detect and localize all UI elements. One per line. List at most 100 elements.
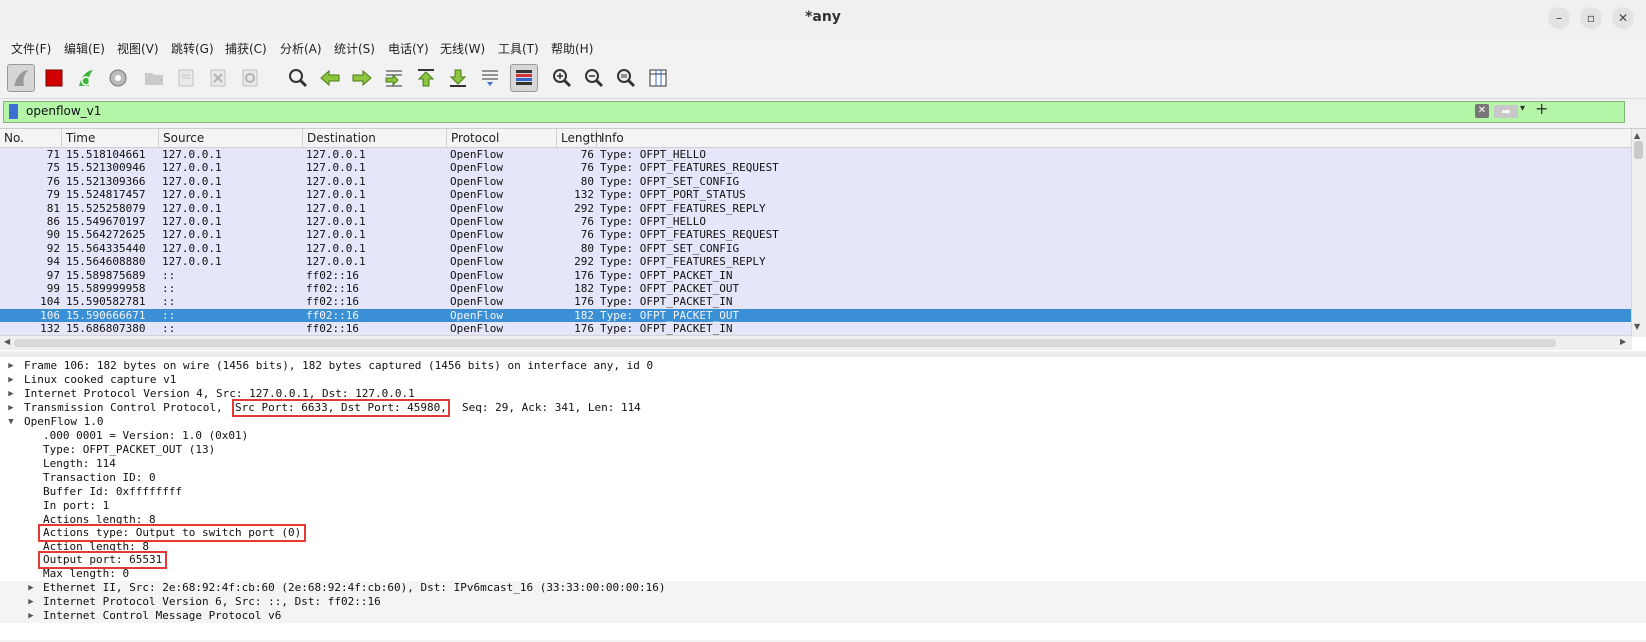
expand-arrow-icon[interactable]: ▶ bbox=[24, 609, 38, 623]
filter-history-chevron-icon[interactable]: ▾ bbox=[1520, 103, 1525, 114]
packet-row[interactable]: 79 15.524817457 127.0.0.1 127.0.0.1 OpenFlow… bbox=[0, 188, 1632, 203]
packet-row[interactable]: 86 15.549670197 127.0.0.1 127.0.0.1 OpenFlow… bbox=[0, 215, 1632, 229]
of-actions-length-field[interactable]: Actions length: 8 bbox=[43, 513, 156, 527]
packet-row[interactable]: 94 15.564608880 127.0.0.1 127.0.0.1 OpenFlow… bbox=[0, 255, 1632, 270]
packet-row[interactable]: 81 15.525258079 127.0.0.1 127.0.0.1 OpenFlow… bbox=[0, 201, 1632, 216]
icmpv6-tree-item[interactable]: ▶ Internet Control Message Protocol v6 bbox=[0, 609, 1646, 623]
menu-wireless[interactable]: 无线(W) bbox=[440, 40, 485, 57]
clear-filter-icon[interactable]: ✕ bbox=[1475, 104, 1489, 118]
cell-info: Type: OFPT_PACKET_OUT bbox=[600, 282, 740, 295]
packet-row[interactable]: 71 15.518104661 127.0.0.1 127.0.0.1 OpenFlow… bbox=[0, 148, 1632, 162]
column-source[interactable]: Source bbox=[159, 129, 303, 147]
collapse-arrow-icon[interactable]: ▼ bbox=[4, 415, 18, 429]
bookmark-icon[interactable] bbox=[9, 104, 18, 119]
scroll-left-icon[interactable]: ◀ bbox=[4, 337, 10, 346]
packet-row[interactable]: 106 15.590666671:: ff02::16 OpenFlow 182 Type… bbox=[0, 308, 1632, 323]
column-protocol[interactable]: Protocol bbox=[447, 129, 557, 147]
open-folder-icon[interactable] bbox=[140, 64, 168, 92]
column-no[interactable]: No. bbox=[0, 129, 62, 147]
add-filter-button-icon[interactable]: + bbox=[1535, 99, 1548, 118]
menu-capture[interactable]: 捕获(C) bbox=[225, 40, 267, 57]
expand-arrow-icon[interactable]: ▶ bbox=[4, 359, 18, 373]
of-max-length-field[interactable]: Max length: 0 bbox=[43, 567, 129, 581]
cell-length: 76 bbox=[580, 228, 594, 242]
menu-telephony[interactable]: 电话(Y) bbox=[388, 40, 429, 57]
of-output-port-field[interactable]: Output port: 65531 bbox=[37, 551, 168, 569]
packet-list-vertical-scrollbar[interactable]: ▲ ▼ bbox=[1631, 129, 1646, 337]
menu-view[interactable]: 视图(V) bbox=[117, 40, 159, 57]
menu-statistics[interactable]: 统计(S) bbox=[334, 40, 375, 57]
packet-list-horizontal-scrollbar[interactable]: ◀ ▶ bbox=[0, 335, 1632, 350]
vertical-scroll-thumb[interactable] bbox=[1634, 141, 1643, 159]
of-action-length-field[interactable]: Action length: 8 bbox=[43, 540, 149, 554]
find-packet-icon[interactable] bbox=[284, 64, 312, 92]
apply-filter-icon[interactable]: ➡ bbox=[1494, 105, 1518, 118]
maximize-icon[interactable]: ▫ bbox=[1580, 7, 1602, 29]
shark-fin-icon[interactable] bbox=[7, 64, 35, 92]
packet-row[interactable]: 99 15.589999958:: ff02::16 OpenFlow 182 Type:… bbox=[0, 282, 1632, 296]
of-length-field[interactable]: Length: 114 bbox=[43, 457, 116, 471]
save-file-icon[interactable] bbox=[172, 64, 200, 92]
packet-row[interactable]: 76 15.521309366 127.0.0.1 127.0.0.1 OpenFlow… bbox=[0, 174, 1632, 189]
expand-arrow-icon[interactable]: ▶ bbox=[24, 595, 38, 609]
expand-arrow-icon[interactable]: ▶ bbox=[24, 581, 38, 595]
menu-tools[interactable]: 工具(T) bbox=[498, 40, 539, 57]
of-actions-type-field[interactable]: Actions type: Output to switch port (0) bbox=[37, 524, 307, 542]
of-type-field[interactable]: Type: OFPT_PACKET_OUT (13) bbox=[43, 443, 215, 457]
packet-row[interactable]: 92 15.564335440 127.0.0.1 127.0.0.1 OpenFlow… bbox=[0, 241, 1632, 256]
scroll-down-icon[interactable]: ▼ bbox=[1634, 322, 1640, 331]
close-file-icon[interactable] bbox=[204, 64, 232, 92]
of-in-port-field[interactable]: In port: 1 bbox=[43, 499, 109, 513]
cell-destination: 127.0.0.1 bbox=[306, 161, 366, 175]
packet-row[interactable]: 75 15.521300946 127.0.0.1 127.0.0.1 OpenFlow… bbox=[0, 161, 1632, 176]
cell-destination: 127.0.0.1 bbox=[306, 215, 366, 228]
menu-go[interactable]: 跳转(G) bbox=[171, 40, 214, 57]
ethernet-tree-item[interactable]: ▶ Ethernet II, Src: 2e:68:92:4f:cb:60 (2… bbox=[0, 581, 1646, 595]
cell-no: 76 bbox=[46, 174, 60, 188]
menu-analyze[interactable]: 分析(A) bbox=[280, 40, 322, 57]
cell-source: 127.0.0.1 bbox=[162, 255, 222, 269]
menu-file[interactable]: 文件(F) bbox=[11, 40, 51, 57]
column-length[interactable]: Length bbox=[557, 129, 602, 147]
last-packet-icon[interactable] bbox=[444, 64, 472, 92]
zoom-in-icon[interactable] bbox=[548, 64, 576, 92]
go-back-icon[interactable] bbox=[316, 64, 344, 92]
tcp-tree-item[interactable]: ▶ Transmission Control Protocol, Src Por… bbox=[0, 399, 900, 417]
go-forward-icon[interactable] bbox=[348, 64, 376, 92]
packet-row[interactable]: 97 15.589875689:: ff02::16 OpenFlow 176 Type:… bbox=[0, 268, 1632, 283]
auto-scroll-icon[interactable] bbox=[476, 64, 504, 92]
horizontal-scroll-thumb[interactable] bbox=[14, 339, 1556, 347]
go-to-packet-icon[interactable] bbox=[380, 64, 408, 92]
scroll-up-icon[interactable]: ▲ bbox=[1634, 131, 1640, 140]
capture-options-icon[interactable] bbox=[104, 64, 132, 92]
resize-columns-icon[interactable] bbox=[644, 64, 672, 92]
column-destination[interactable]: Destination bbox=[303, 129, 447, 147]
menu-help[interactable]: 帮助(H) bbox=[551, 40, 593, 57]
expand-arrow-icon[interactable]: ▶ bbox=[4, 401, 18, 415]
expand-arrow-icon[interactable]: ▶ bbox=[4, 373, 18, 387]
cell-destination: ff02::16 bbox=[306, 308, 359, 322]
cell-info: Type: OFPT_PORT_STATUS bbox=[600, 188, 746, 202]
first-packet-icon[interactable] bbox=[412, 64, 440, 92]
of-version-field[interactable]: .000 0001 = Version: 1.0 (0x01) bbox=[43, 429, 248, 443]
colorize-icon[interactable] bbox=[510, 64, 538, 92]
column-info[interactable]: Info bbox=[597, 129, 1632, 147]
reload-file-icon[interactable] bbox=[236, 64, 264, 92]
menu-edit[interactable]: 编辑(E) bbox=[64, 40, 105, 57]
zoom-out-icon[interactable] bbox=[580, 64, 608, 92]
close-icon[interactable]: ✕ bbox=[1612, 7, 1634, 29]
packet-row[interactable]: 104 15.590582781:: ff02::16 OpenFlow 176 Type… bbox=[0, 295, 1632, 310]
packet-row[interactable]: 90 15.564272625 127.0.0.1 127.0.0.1 OpenFlow… bbox=[0, 228, 1632, 243]
restart-capture-icon[interactable] bbox=[72, 64, 100, 92]
expand-arrow-icon[interactable]: ▶ bbox=[4, 387, 18, 401]
scroll-right-icon[interactable]: ▶ bbox=[1620, 337, 1626, 346]
display-filter-input[interactable] bbox=[26, 104, 1426, 118]
column-time[interactable]: Time bbox=[62, 129, 159, 147]
ipv6-tree-item[interactable]: ▶ Internet Protocol Version 6, Src: ::, … bbox=[0, 595, 1646, 609]
of-transaction-id-field[interactable]: Transaction ID: 0 bbox=[43, 471, 156, 485]
cell-protocol: OpenFlow bbox=[450, 148, 503, 161]
of-buffer-id-field[interactable]: Buffer Id: 0xffffffff bbox=[43, 485, 182, 499]
minimize-icon[interactable]: – bbox=[1548, 7, 1570, 29]
stop-capture-icon[interactable] bbox=[40, 64, 68, 92]
normal-size-icon[interactable] bbox=[612, 64, 640, 92]
